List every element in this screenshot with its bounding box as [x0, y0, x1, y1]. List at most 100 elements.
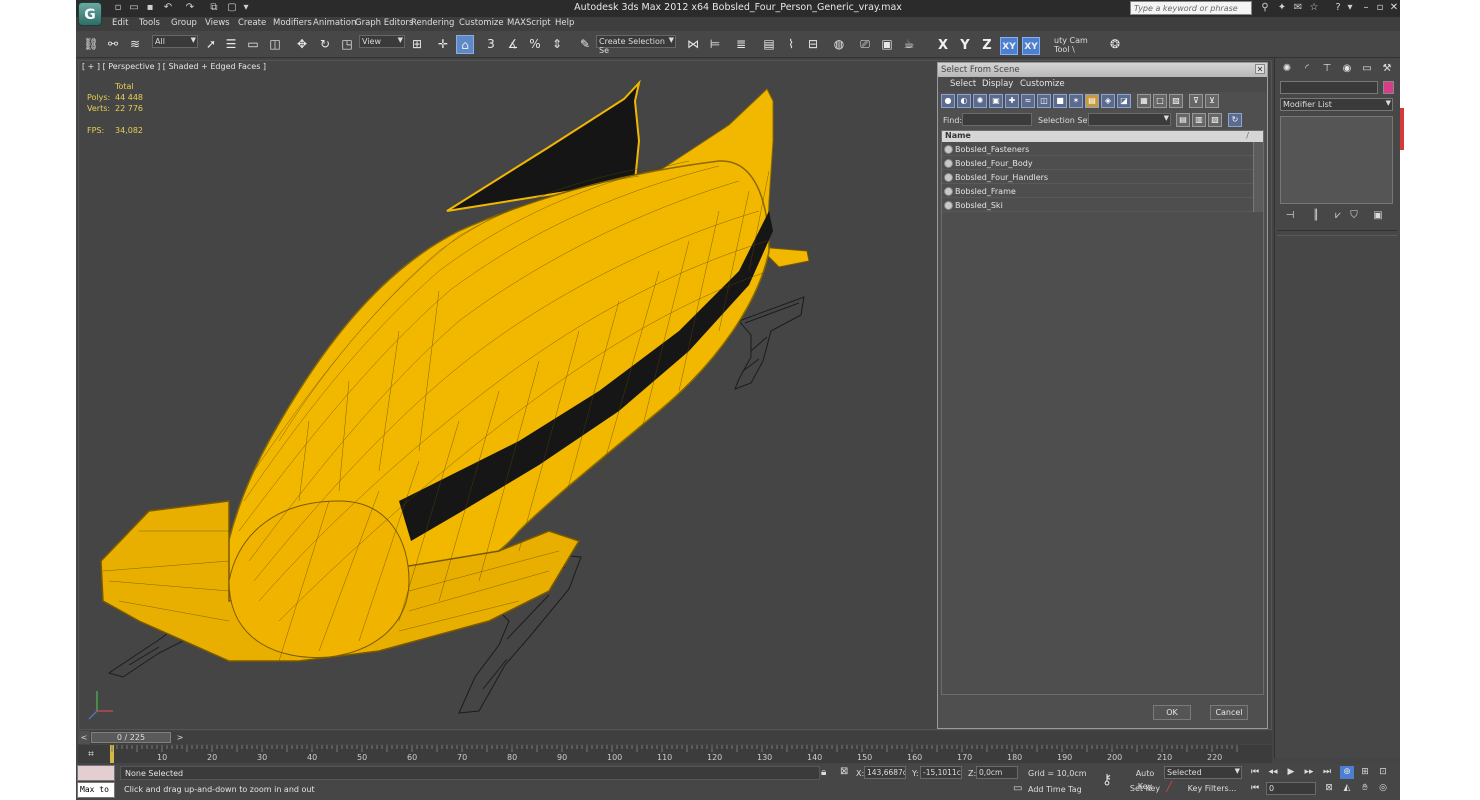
display-all-icon[interactable]: ▦ — [1137, 94, 1151, 108]
pivot-center-icon[interactable]: ⊞ — [408, 35, 426, 54]
menu-edit[interactable]: Edit — [112, 18, 128, 28]
time-config-icon[interactable]: ⊠ — [1322, 782, 1336, 795]
selection-set-dropdown[interactable]: ▼ — [1088, 113, 1171, 126]
favorites-star-icon[interactable]: ☆ — [1308, 2, 1320, 14]
menu-maxscript[interactable]: MAXScript — [507, 18, 551, 28]
shape-filter-icon[interactable]: ◐ — [957, 94, 971, 108]
utilities-tab-icon[interactable]: ⚒ — [1379, 61, 1395, 77]
sync-selection-icon[interactable]: ↻ — [1228, 113, 1242, 127]
axis-xy-button[interactable]: XY — [1000, 37, 1018, 55]
communication-icon[interactable]: ✉ — [1292, 2, 1304, 14]
axis-xy-cycle-button[interactable]: XY — [1022, 37, 1040, 55]
key-mode-dropdown[interactable]: Selected ▼ — [1164, 766, 1242, 779]
unlink-icon[interactable]: ⚯ — [104, 35, 122, 54]
display-tab-icon[interactable]: ▭ — [1359, 61, 1375, 77]
select-manipulate-icon[interactable]: ✛ — [434, 35, 452, 54]
mirror-icon[interactable]: ⋈ — [684, 35, 702, 54]
select-none-icon[interactable]: ▥ — [1192, 113, 1206, 127]
selection-filter-dropdown[interactable]: All ▼ — [152, 35, 198, 48]
select-invert-icon[interactable]: ▧ — [1208, 113, 1222, 127]
axis-x-button[interactable]: X — [934, 37, 952, 55]
scale-icon[interactable]: ◳ — [338, 35, 356, 54]
menu-modifiers[interactable]: Modifiers — [273, 18, 312, 28]
camera-filter-icon[interactable]: ▣ — [989, 94, 1003, 108]
spacewarp-filter-icon[interactable]: ≈ — [1021, 94, 1035, 108]
reference-coordinate-dropdown[interactable]: View ▼ — [359, 35, 405, 48]
window-crossing-icon[interactable]: ◫ — [266, 35, 284, 54]
motion-tab-icon[interactable]: ◉ — [1339, 61, 1355, 77]
cancel-button[interactable]: Cancel — [1210, 705, 1248, 720]
y-coordinate-field[interactable]: -15,1011c — [920, 766, 962, 779]
menu-animation[interactable]: Animation — [313, 18, 356, 28]
menu-customize[interactable]: Customize — [459, 18, 504, 28]
binoculars-icon[interactable]: ⚲ — [1259, 2, 1271, 14]
key-filters-button[interactable]: Key Filters... — [1182, 782, 1242, 795]
time-tag-icon[interactable]: ▭ — [1013, 783, 1022, 794]
percent-snap-icon[interactable]: % — [526, 35, 544, 54]
edit-named-selection-icon[interactable]: ✎ — [576, 35, 594, 54]
go-to-end-icon[interactable]: ⏭ — [1320, 766, 1334, 779]
select-all-icon[interactable]: ▤ — [1176, 113, 1190, 127]
list-item[interactable]: Bobsled_Frame — [942, 185, 1253, 198]
menu-graph-editors[interactable]: Graph Editors — [355, 18, 413, 28]
modifier-list-dropdown[interactable]: Modifier List ▼ — [1280, 98, 1393, 111]
menu-rendering[interactable]: Rendering — [411, 18, 454, 28]
maxscript-listener-output[interactable] — [77, 765, 115, 781]
material-editor-icon[interactable]: ◍ — [830, 35, 848, 54]
search-input[interactable]: Type a keyword or phrase — [1130, 1, 1252, 15]
list-item[interactable]: Bobsled_Four_Body — [942, 157, 1253, 170]
remove-modifier-icon[interactable]: ⛉ — [1347, 209, 1361, 223]
display-none-icon[interactable]: □ — [1153, 94, 1167, 108]
set-key-button[interactable]: Set Key — [1128, 782, 1162, 795]
render-setup-icon[interactable]: ⎚ — [856, 35, 874, 54]
make-unique-icon[interactable]: ⩗ — [1331, 209, 1345, 223]
key-filter-icon[interactable]: ╱ — [1166, 782, 1172, 793]
helper-filter-icon[interactable]: ✚ — [1005, 94, 1019, 108]
named-selection-dropdown[interactable]: Create Selection Se ▼ — [596, 35, 676, 55]
chevron-down-icon[interactable]: ▾ — [240, 2, 252, 14]
save-file-icon[interactable]: ▪ — [144, 2, 156, 14]
list-scrollbar[interactable] — [1253, 142, 1263, 212]
dialog-menu-display[interactable]: Display — [982, 79, 1013, 89]
spinner-snap-icon[interactable]: ⇕ — [548, 35, 566, 54]
close-button[interactable]: ✕ — [1386, 1, 1400, 15]
open-file-icon[interactable]: ▭ — [128, 2, 140, 14]
field-of-view-icon[interactable]: ◭ — [1340, 782, 1354, 795]
undo-icon[interactable]: ↶ — [162, 2, 174, 14]
curve-editor-icon[interactable]: ⌇ — [782, 35, 800, 54]
angle-snap-icon[interactable]: ∡ — [504, 35, 522, 54]
lock-icon[interactable]: 🔒︎ — [821, 767, 826, 778]
auto-key-button[interactable]: Auto Key — [1128, 767, 1162, 791]
axis-z-button[interactable]: Z — [978, 37, 996, 55]
object-name-field[interactable] — [1280, 81, 1378, 94]
app-logo[interactable]: G — [78, 2, 102, 26]
xref-filter-icon[interactable]: ■ — [1053, 94, 1067, 108]
snaps-toggle-icon[interactable]: 3 — [482, 35, 500, 54]
link-icon[interactable]: ⛓ — [82, 35, 100, 54]
absolute-mode-icon[interactable]: ⊠ — [840, 766, 848, 777]
dialog-title[interactable]: Select From Scene — [938, 63, 1267, 77]
pin-stack-icon[interactable]: ⊣ — [1283, 209, 1297, 223]
filter-icon[interactable]: ⊽ — [1189, 94, 1203, 108]
track-bar[interactable]: ⌗ 10 20 30 40 50 60 70 80 90 100 110 120 130 140 150 16… — [78, 745, 1272, 763]
menu-group[interactable]: Group — [171, 18, 197, 28]
frozen-filter-icon[interactable]: ◈ — [1101, 94, 1115, 108]
create-tab-icon[interactable]: ✺ — [1279, 61, 1295, 77]
menu-views[interactable]: Views — [205, 18, 230, 28]
add-time-tag[interactable]: Add Time Tag — [1028, 785, 1082, 794]
rotate-icon[interactable]: ↻ — [316, 35, 334, 54]
schematic-view-icon[interactable]: ⊟ — [804, 35, 822, 54]
configure-modifier-sets-icon[interactable]: ▣ — [1371, 209, 1385, 223]
zoom-icon[interactable]: ⊕ — [1340, 766, 1354, 779]
geometry-filter-icon[interactable]: ● — [941, 94, 955, 108]
close-icon[interactable]: ✕ — [1255, 64, 1265, 74]
help-icon[interactable]: ? — [1332, 2, 1344, 14]
maxscript-mini-listener[interactable]: Max to — [77, 782, 115, 798]
render-production-icon[interactable]: ☕ — [900, 35, 918, 54]
menu-tools[interactable]: Tools — [139, 18, 160, 28]
rendered-frame-window-icon[interactable]: ▣ — [878, 35, 896, 54]
time-slider-thumb[interactable]: 0 / 225 — [91, 732, 171, 743]
rectangular-selection-icon[interactable]: ▭ — [244, 35, 262, 54]
dialog-menu-select[interactable]: Select — [950, 79, 976, 89]
layer-manager-icon[interactable]: ≣ — [732, 35, 750, 54]
